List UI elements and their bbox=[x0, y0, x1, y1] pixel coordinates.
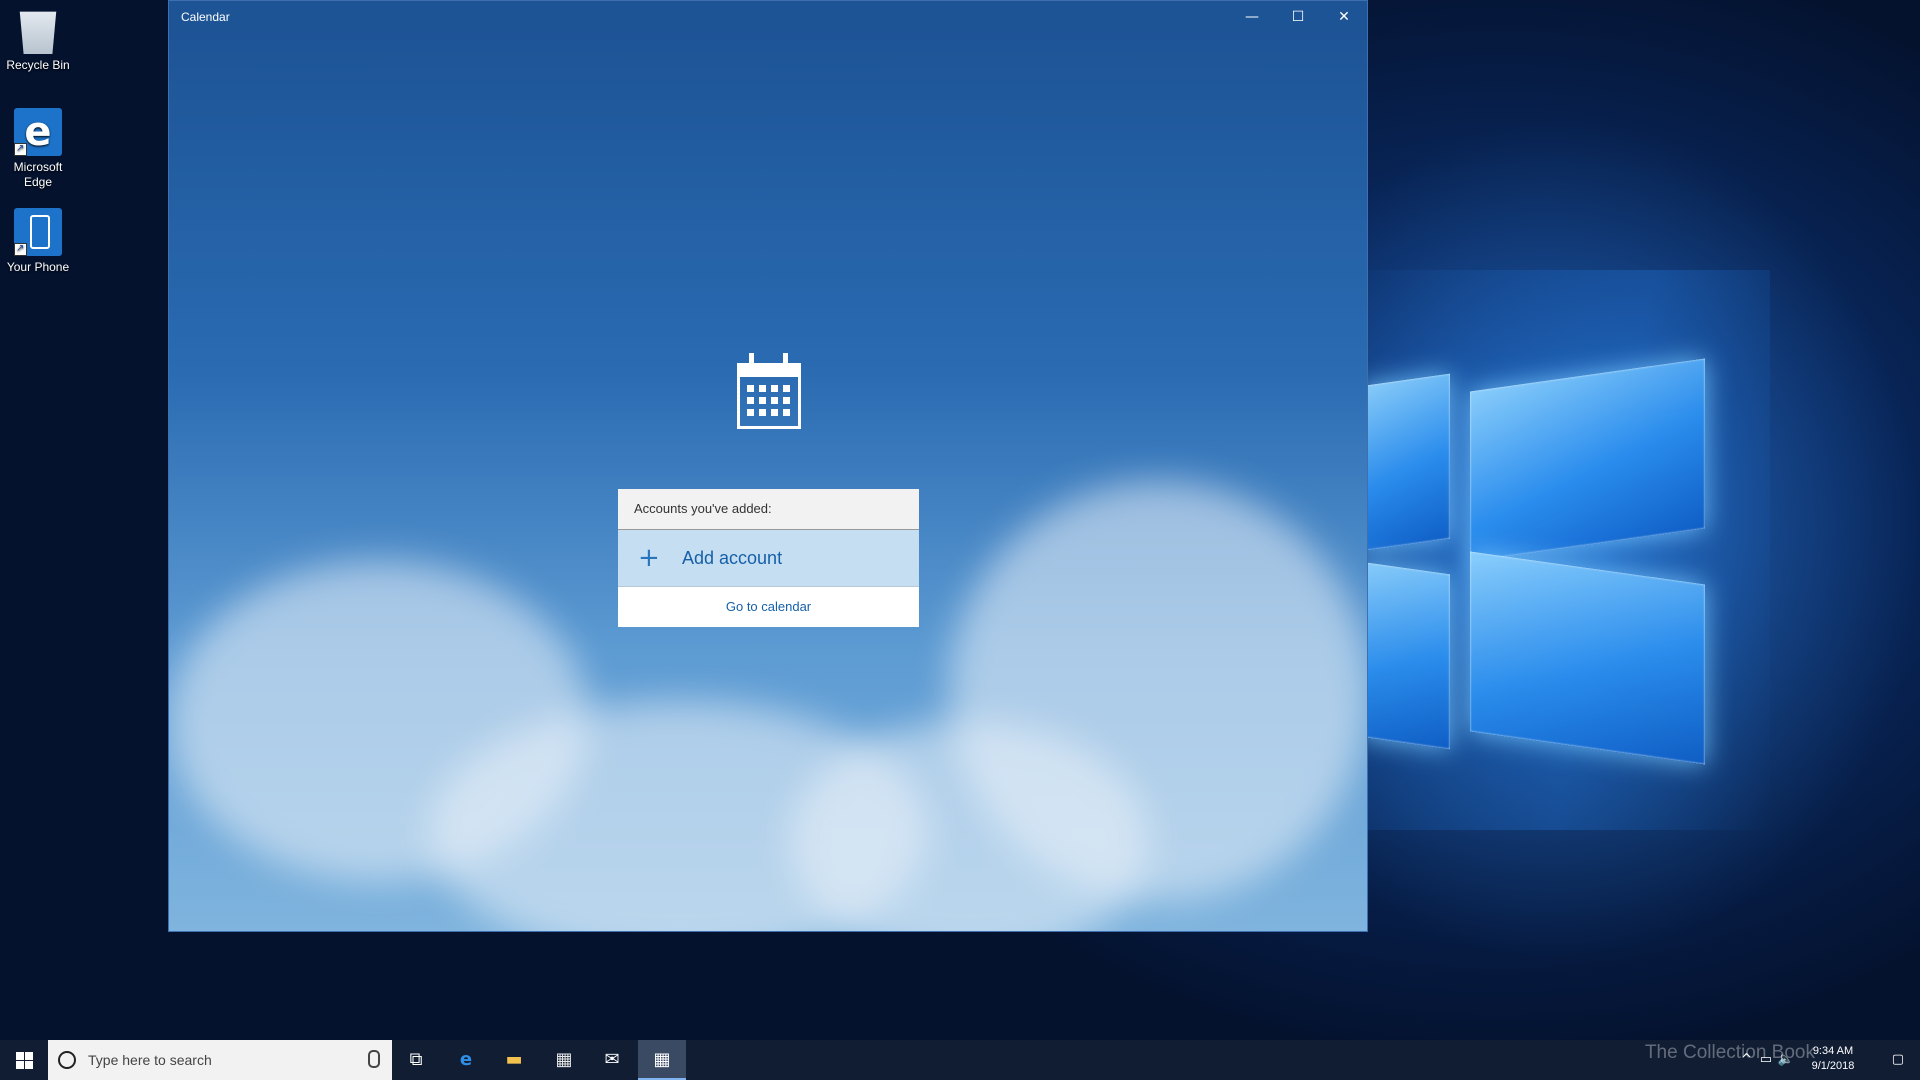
windows-logo-wallpaper bbox=[1360, 340, 1720, 790]
maximize-button[interactable]: ☐ bbox=[1275, 1, 1321, 33]
desktop-icon-recycle-bin[interactable]: Recycle Bin bbox=[4, 6, 72, 73]
phone-icon bbox=[14, 208, 62, 256]
desktop-icon-edge[interactable]: e Microsoft Edge bbox=[4, 108, 72, 190]
add-account-label: Add account bbox=[682, 548, 783, 568]
minimize-button[interactable]: — bbox=[1229, 1, 1275, 33]
edge-icon: e bbox=[14, 108, 62, 156]
recycle-bin-icon bbox=[19, 11, 57, 54]
accounts-header: Accounts you've added: bbox=[618, 489, 919, 530]
watermark-text: The Collection Book bbox=[1644, 1042, 1815, 1063]
file-explorer-icon[interactable]: ▬ bbox=[490, 1040, 538, 1080]
taskbar: Type here to search ⧉ e ▬ ▦ ✉ ▦ ^ ▭ 🔈 9:… bbox=[0, 1040, 1920, 1080]
desktop-icon-label: Recycle Bin bbox=[6, 58, 70, 72]
accounts-panel: Accounts you've added: + Add account Go … bbox=[618, 489, 919, 627]
calendar-window: Calendar — ☐ ✕ Accounts you've added: + … bbox=[168, 0, 1368, 932]
mail-icon[interactable]: ✉ bbox=[588, 1040, 636, 1080]
cortana-icon bbox=[58, 1051, 76, 1069]
windows-icon bbox=[16, 1052, 24, 1060]
desktop-icon-label: Microsoft Edge bbox=[13, 160, 63, 189]
task-view-icon[interactable]: ⧉ bbox=[392, 1040, 440, 1080]
desktop-icon-your-phone[interactable]: Your Phone bbox=[4, 208, 72, 275]
plus-icon: + bbox=[638, 543, 660, 573]
search-box[interactable]: Type here to search bbox=[48, 1040, 392, 1080]
action-center-icon[interactable]: ▢ bbox=[1892, 1040, 1904, 1080]
add-account-button[interactable]: + Add account bbox=[618, 530, 919, 587]
edge-icon[interactable]: e bbox=[442, 1040, 490, 1080]
microphone-icon[interactable] bbox=[368, 1050, 380, 1068]
search-placeholder: Type here to search bbox=[88, 1052, 212, 1068]
store-icon[interactable]: ▦ bbox=[540, 1040, 588, 1080]
go-to-calendar-button[interactable]: Go to calendar bbox=[618, 587, 919, 627]
calendar-icon bbox=[737, 351, 801, 429]
window-title: Calendar bbox=[181, 10, 230, 24]
desktop-icon-label: Your Phone bbox=[6, 260, 70, 274]
title-bar[interactable]: Calendar — ☐ ✕ bbox=[169, 1, 1367, 33]
start-button[interactable] bbox=[0, 1040, 48, 1080]
calendar-taskbar-icon[interactable]: ▦ bbox=[638, 1040, 686, 1080]
close-button[interactable]: ✕ bbox=[1321, 1, 1367, 33]
